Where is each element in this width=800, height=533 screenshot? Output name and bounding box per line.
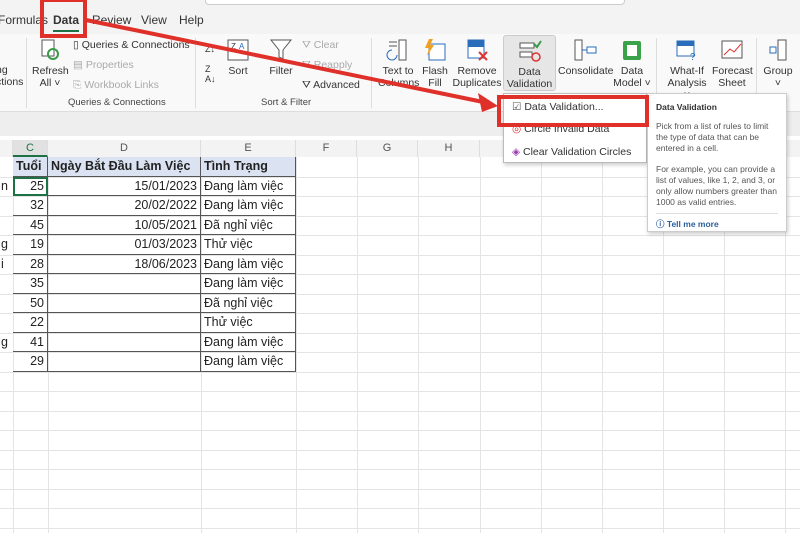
annotation-arrow (85, 18, 498, 112)
